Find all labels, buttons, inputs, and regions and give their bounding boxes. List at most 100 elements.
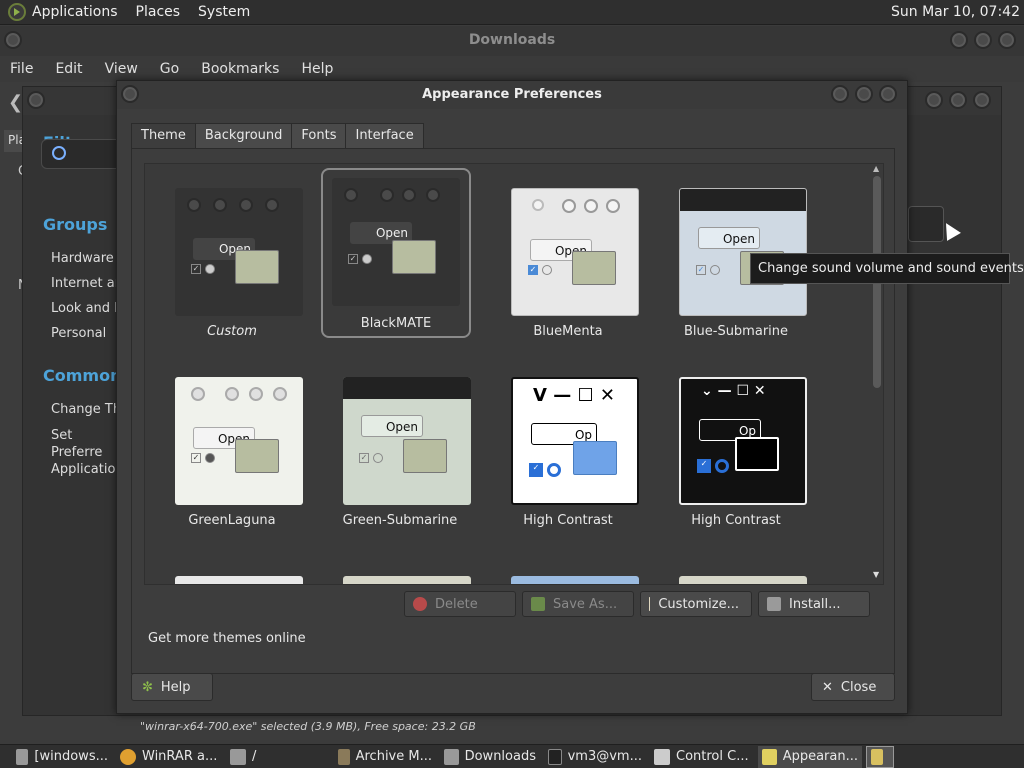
dialog-titlebar[interactable]: Appearance Preferences [117, 81, 907, 109]
delete-icon [413, 597, 427, 611]
save-icon [531, 597, 545, 611]
appearance-dialog: Appearance Preferences Theme Background … [116, 80, 908, 714]
maximize-icon[interactable] [949, 91, 967, 109]
theme-item-high-contrast[interactable]: V — ☐ ✕ Op ✓ High Contrast [493, 367, 643, 537]
taskbar: [windows... WinRAR a... / Archive M... D… [0, 744, 1024, 768]
customize-button[interactable]: Customize... [640, 591, 752, 617]
task-downloads[interactable]: Downloads [440, 746, 540, 768]
tooltip: Change sound volume and sound events [750, 253, 1024, 284]
theme-label: Green-Submarine [342, 513, 458, 528]
sound-item-icon[interactable] [908, 206, 944, 242]
tab-bar: Theme Background Fonts Interface [131, 123, 424, 149]
mate-logo-icon[interactable] [8, 3, 26, 21]
task-archive-manager[interactable]: Archive M... [334, 746, 436, 768]
task-change-theme[interactable]: Change Th [51, 402, 119, 417]
theme-scrollbar[interactable]: ▲ ▼ [871, 164, 883, 584]
terminal-icon [548, 748, 562, 765]
preview-button: Open [698, 227, 760, 249]
tab-background[interactable]: Background [194, 123, 293, 149]
workspace-switcher[interactable] [866, 745, 894, 768]
theme-preview: Open ✓ [175, 188, 303, 316]
theme-item-partial[interactable] [343, 576, 471, 584]
menu-file[interactable]: File [10, 61, 33, 77]
install-folder-icon [767, 597, 781, 611]
task-control-center[interactable]: Control C... [650, 746, 754, 768]
theme-grid[interactable]: Open ✓ Custom Open ✓ BlackMATE Open ✓ Bl… [144, 163, 884, 585]
menu-system[interactable]: System [198, 4, 250, 20]
group-hardware[interactable]: Hardware [51, 251, 114, 266]
menu-applications[interactable]: Applications [32, 4, 118, 20]
theme-item-partial[interactable] [679, 576, 807, 584]
status-bar: "winrar-x64-700.exe" selected (3.9 MB), … [140, 720, 476, 733]
get-more-themes-link[interactable]: Get more themes online [148, 631, 306, 646]
archive-icon [338, 748, 350, 765]
tab-theme[interactable]: Theme [131, 123, 196, 149]
theme-item-greenlaguna[interactable]: Open ✓ GreenLaguna [157, 367, 307, 537]
theme-item-partial[interactable] [175, 576, 303, 584]
theme-item-green-submarine[interactable]: Open ✓ Green-Submarine [325, 367, 475, 537]
scroll-up-icon[interactable]: ▲ [873, 164, 879, 173]
menu-help[interactable]: Help [301, 61, 333, 77]
task-winrar[interactable]: WinRAR a... [116, 746, 222, 768]
group-personal[interactable]: Personal [51, 326, 106, 341]
group-internet[interactable]: Internet an [51, 276, 119, 291]
save-as-button[interactable]: Save As... [522, 591, 634, 617]
minimize-icon[interactable] [925, 91, 943, 109]
theme-item-custom[interactable]: Open ✓ Custom [157, 178, 307, 348]
menu-view[interactable]: View [105, 61, 138, 77]
task-terminal[interactable]: vm3@vm... [544, 746, 646, 768]
minimize-icon[interactable] [831, 85, 849, 103]
install-button[interactable]: Install... [758, 591, 870, 617]
top-panel: Applications Places System Sun Mar 10, 0… [0, 0, 1024, 25]
tab-fonts[interactable]: Fonts [291, 123, 347, 149]
theme-preview: V — ☐ ✕ Op ✓ [511, 377, 639, 505]
control-center-icon [654, 748, 670, 765]
theme-item-high-contrast-inverse[interactable]: ⌄ — ☐ ✕ Op ✓ High Contrast [661, 367, 811, 537]
dialog-title: Appearance Preferences [422, 87, 602, 102]
tab-interface[interactable]: Interface [345, 123, 424, 149]
back-arrow-icon[interactable]: ❮ [8, 92, 23, 113]
theme-item-blackmate[interactable]: Open ✓ BlackMATE [321, 168, 471, 338]
theme-label: BlackMATE [360, 316, 432, 331]
task-root[interactable]: / [226, 746, 330, 768]
scroll-down-icon[interactable]: ▼ [873, 570, 879, 579]
help-button[interactable]: ✼ Help [131, 673, 213, 701]
downloads-titlebar[interactable]: Downloads [0, 26, 1024, 56]
menu-edit[interactable]: Edit [55, 61, 82, 77]
theme-label: GreenLaguna [188, 513, 276, 528]
downloads-title: Downloads [468, 32, 556, 48]
window-menu-icon[interactable] [27, 91, 45, 109]
theme-item-bluementa[interactable]: Open ✓ BlueMenta [493, 178, 643, 348]
maximize-icon[interactable] [974, 31, 992, 49]
menu-places[interactable]: Places [136, 4, 181, 20]
task-appearance[interactable]: Appearan... [758, 745, 862, 768]
group-look-and-feel[interactable]: Look and F [51, 301, 119, 316]
close-icon[interactable] [998, 31, 1016, 49]
theme-item-partial[interactable] [511, 576, 639, 584]
theme-preview: Open ✓ [332, 178, 460, 306]
folder-icon [444, 748, 459, 765]
show-desktop-icon[interactable] [4, 746, 8, 768]
theme-label: Blue-Submarine [683, 324, 789, 339]
menu-bookmarks[interactable]: Bookmarks [201, 61, 279, 77]
maximize-icon[interactable] [855, 85, 873, 103]
task-set-preferred-apps[interactable]: Set Preferre Application [51, 427, 119, 478]
theme-label: BlueMenta [533, 324, 603, 339]
delete-button[interactable]: Delete [404, 591, 516, 617]
close-button[interactable]: ✕ Close [811, 673, 895, 701]
theme-preview: Open ✓ [343, 377, 471, 505]
clock[interactable]: Sun Mar 10, 07:42 [891, 4, 1020, 20]
minimize-icon[interactable] [950, 31, 968, 49]
help-icon: ✼ [142, 679, 153, 695]
close-icon[interactable] [973, 91, 991, 109]
window-menu-icon[interactable] [121, 85, 139, 103]
downloads-menubar: File Edit View Go Bookmarks Help [0, 56, 1024, 82]
window-menu-icon[interactable] [4, 31, 22, 49]
customize-icon [649, 597, 651, 611]
preview-button: Open [361, 415, 423, 437]
task-windows[interactable]: [windows... [12, 746, 112, 768]
close-icon[interactable] [879, 85, 897, 103]
menu-go[interactable]: Go [160, 61, 179, 77]
search-icon [52, 146, 66, 160]
theme-label: High Contrast [523, 513, 613, 528]
